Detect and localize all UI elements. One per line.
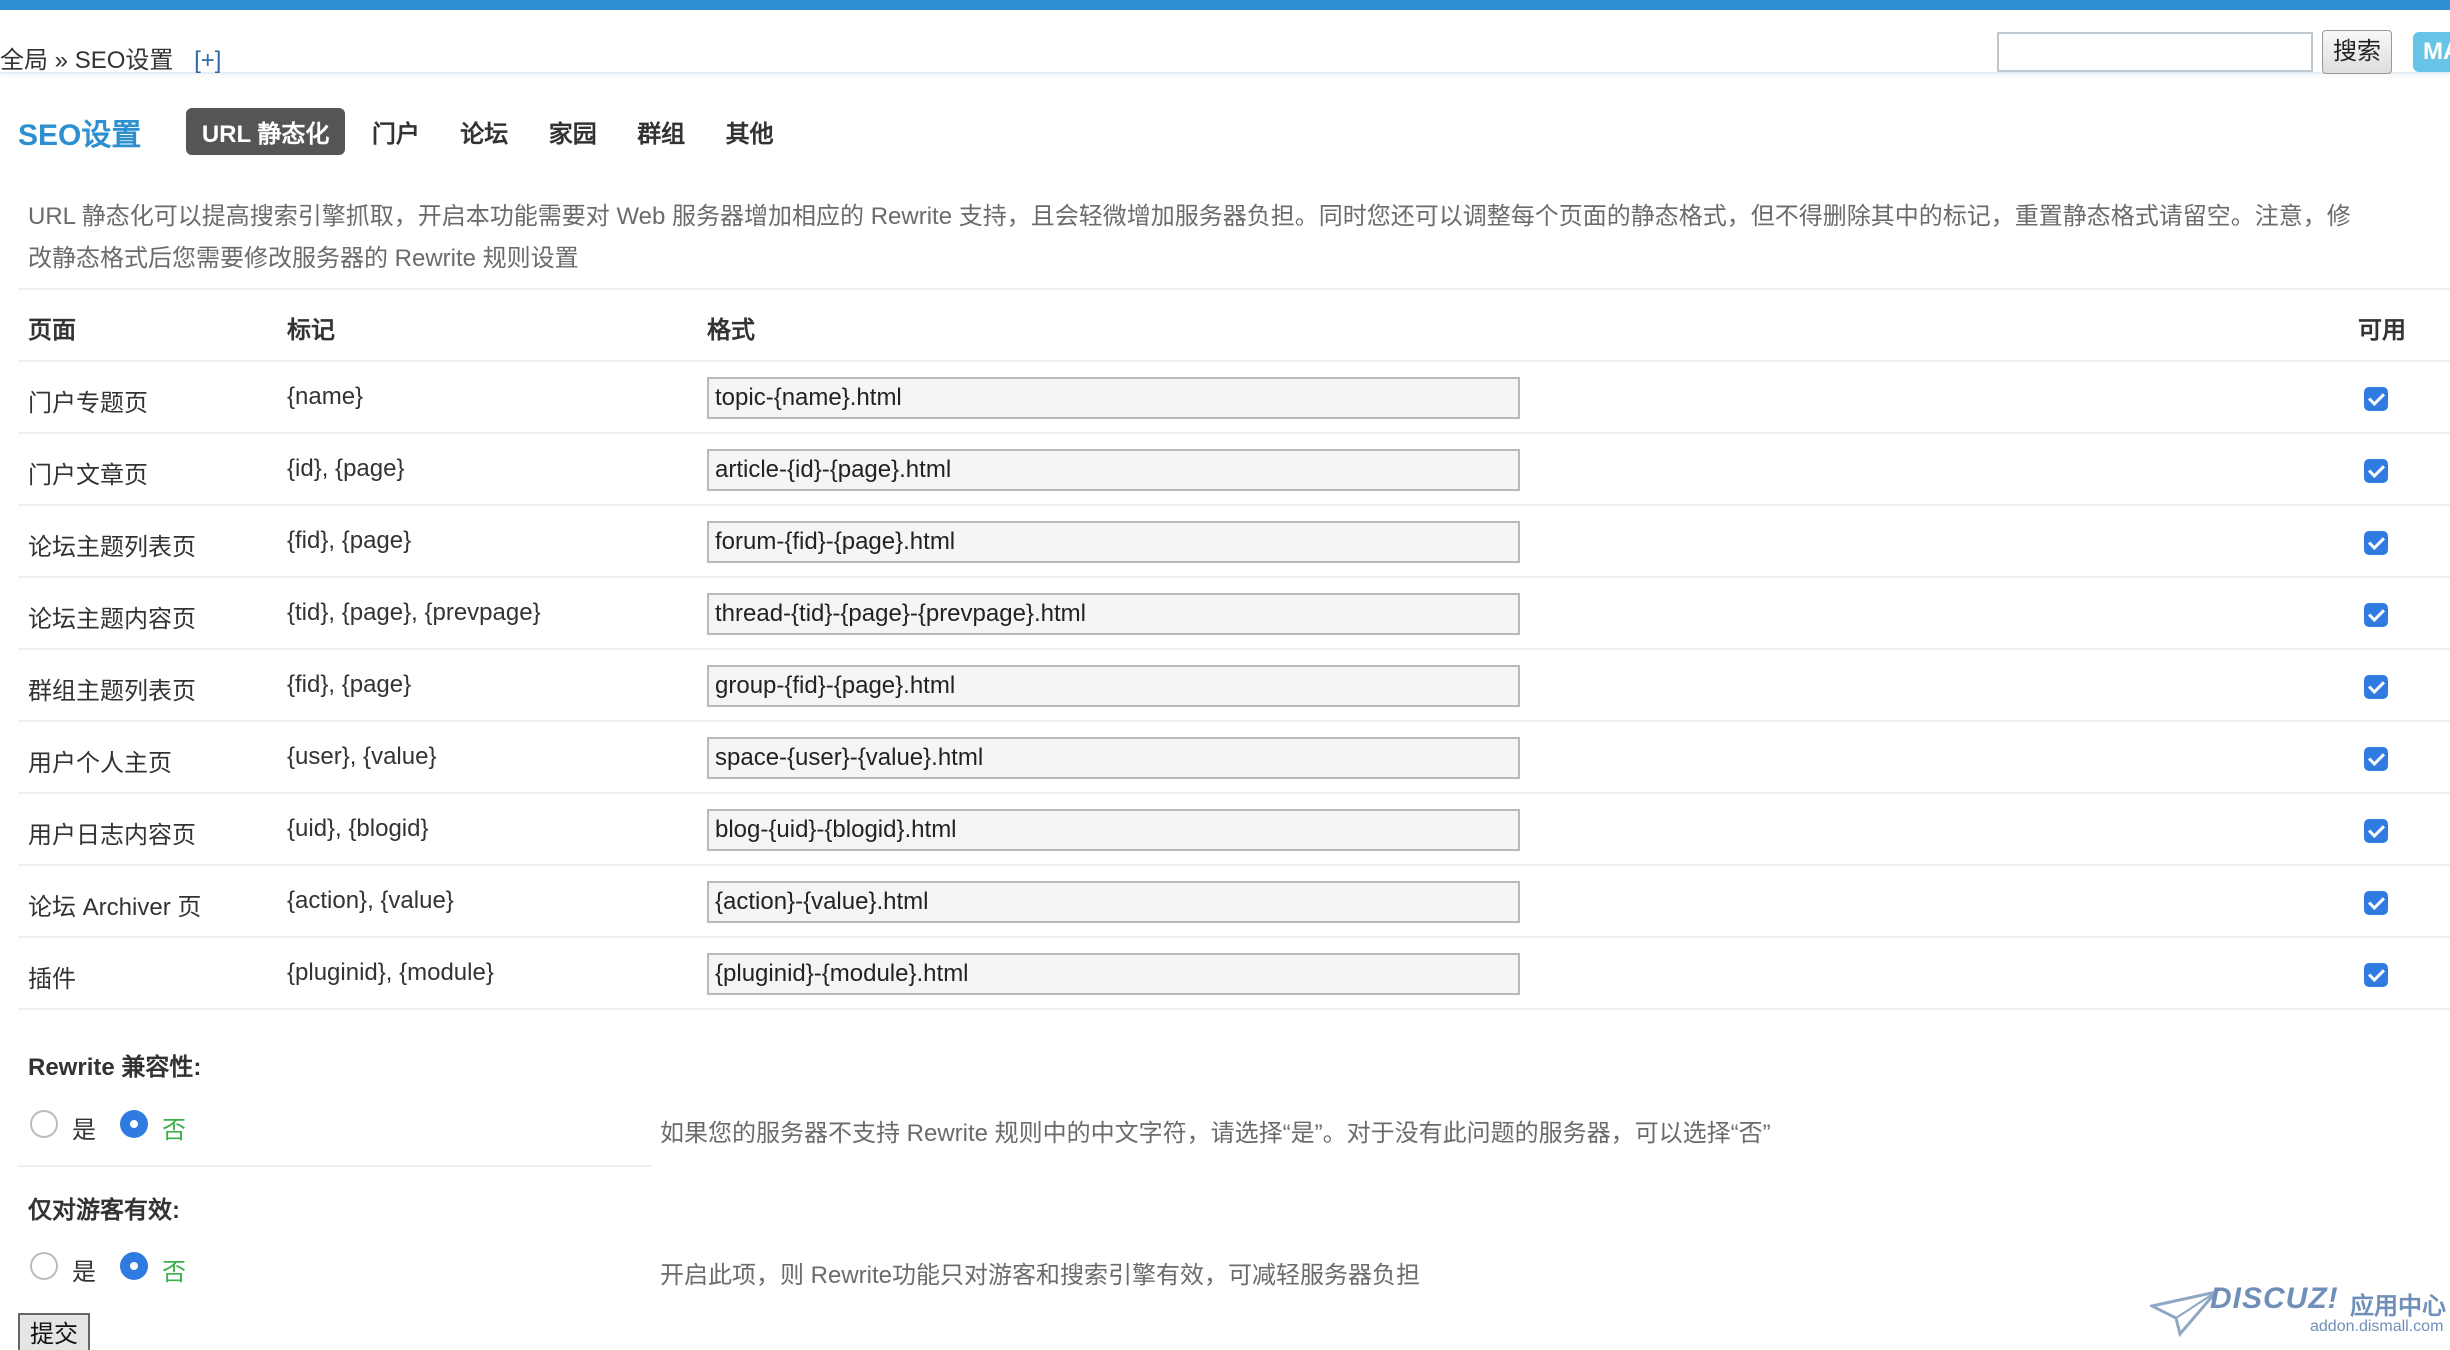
seo-tabs: SEO设置 URL 静态化 门户 论坛 家园 群组 其他 xyxy=(18,108,810,155)
row-enabled-checkbox[interactable] xyxy=(2364,747,2388,771)
row-enabled-checkbox[interactable] xyxy=(2364,459,2388,483)
row-enabled-checkbox[interactable] xyxy=(2364,387,2388,411)
table-row: 群组主题列表页 {fid}, {page} xyxy=(0,649,2450,721)
row-format-input[interactable] xyxy=(707,593,1520,635)
guest-only-title: 仅对游客有效: xyxy=(28,1197,180,1224)
watermark-logo: DISCUZ! 应用中心 addon.dismall.com xyxy=(2150,1282,2450,1342)
breadcrumb: 全局 » SEO设置 [+] xyxy=(0,40,221,75)
row-page-name: 论坛主题列表页 xyxy=(28,534,196,561)
intro-text: URL 静态化可以提高搜索引擎抓取，开启本功能需要对 Web 服务器增加相应的 … xyxy=(28,203,2351,272)
table-row: 门户专题页 {name} xyxy=(0,361,2450,433)
search-button[interactable]: 搜索 xyxy=(2322,30,2392,74)
row-marks: {uid}, {blogid} xyxy=(287,815,429,842)
row-format-input[interactable] xyxy=(707,953,1520,995)
guest-only-no-label[interactable]: 否 xyxy=(162,1252,186,1287)
rewrite-compat-yes-label[interactable]: 是 xyxy=(72,1110,96,1145)
breadcrumb-current: SEO设置 xyxy=(74,47,174,74)
guest-only-yes-radio[interactable] xyxy=(30,1252,58,1280)
table-row: 用户个人主页 {user}, {value} xyxy=(0,721,2450,793)
row-marks: {fid}, {page} xyxy=(287,671,412,698)
tab-other[interactable]: 其他 xyxy=(726,114,774,149)
breadcrumb-root[interactable]: 全局 xyxy=(0,47,48,74)
row-page-name: 门户专题页 xyxy=(28,390,148,417)
divider xyxy=(18,1008,2450,1010)
watermark-url: addon.dismall.com xyxy=(2310,1318,2444,1335)
tab-forum[interactable]: 论坛 xyxy=(460,114,508,149)
row-page-name: 论坛主题内容页 xyxy=(28,606,196,633)
row-format-input[interactable] xyxy=(707,881,1520,923)
table-row: 门户文章页 {id}, {page} xyxy=(0,433,2450,505)
tab-portal[interactable]: 门户 xyxy=(372,114,420,149)
rewrite-compat-no-label[interactable]: 否 xyxy=(162,1110,186,1145)
watermark-cn: 应用中心 xyxy=(2350,1293,2446,1320)
divider xyxy=(18,288,2450,290)
row-format-input[interactable] xyxy=(707,449,1520,491)
row-marks: {user}, {value} xyxy=(287,743,437,770)
row-marks: {pluginid}, {module} xyxy=(287,959,494,986)
tab-url-static[interactable]: URL 静态化 xyxy=(185,108,346,155)
header-page: 页面 xyxy=(28,317,76,344)
guest-only-tip: 开启此项，则 Rewrite功能只对游客和搜索引擎有效，可减轻服务器负担 xyxy=(660,1262,1421,1289)
header-enabled: 可用 xyxy=(2358,317,2406,344)
breadcrumb-separator: » xyxy=(54,47,69,74)
row-enabled-checkbox[interactable] xyxy=(2364,531,2388,555)
search-input[interactable] xyxy=(1997,32,2313,72)
row-marks: {name} xyxy=(287,383,364,410)
row-enabled-checkbox[interactable] xyxy=(2364,603,2388,627)
rewrite-compat-no-radio[interactable] xyxy=(120,1110,148,1138)
section-title: SEO设置 xyxy=(18,118,142,152)
row-enabled-checkbox[interactable] xyxy=(2364,819,2388,843)
rewrite-compat-title: Rewrite 兼容性: xyxy=(28,1054,202,1081)
tab-home[interactable]: 家园 xyxy=(549,114,597,149)
rewrite-compat-tip: 如果您的服务器不支持 Rewrite 规则中的中文字符，请选择“是”。对于没有此… xyxy=(660,1120,1771,1147)
row-page-name: 门户文章页 xyxy=(28,462,148,489)
row-marks: {tid}, {page}, {prevpage} xyxy=(287,599,541,626)
table-row: 论坛主题内容页 {tid}, {page}, {prevpage} xyxy=(0,577,2450,649)
row-page-name: 用户日志内容页 xyxy=(28,822,196,849)
watermark-brand: DISCUZ! xyxy=(2210,1282,2339,1315)
guest-only-yes-label[interactable]: 是 xyxy=(72,1252,96,1287)
row-enabled-checkbox[interactable] xyxy=(2364,963,2388,987)
tab-group[interactable]: 群组 xyxy=(637,114,685,149)
row-format-input[interactable] xyxy=(707,809,1520,851)
header-bar: 全局 » SEO设置 [+] 搜索 MA xyxy=(0,10,2450,74)
add-shortcut-link[interactable]: [+] xyxy=(194,47,221,74)
submit-button[interactable]: 提交 xyxy=(18,1313,90,1350)
row-page-name: 论坛 Archiver 页 xyxy=(28,894,202,921)
row-marks: {fid}, {page} xyxy=(287,527,412,554)
row-format-input[interactable] xyxy=(707,737,1520,779)
extra-button[interactable]: MA xyxy=(2413,32,2450,72)
row-enabled-checkbox[interactable] xyxy=(2364,675,2388,699)
rewrite-compat-yes-radio[interactable] xyxy=(30,1110,58,1138)
header-format: 格式 xyxy=(707,317,755,344)
row-page-name: 群组主题列表页 xyxy=(28,678,196,705)
row-page-name: 用户个人主页 xyxy=(28,750,172,777)
table-row: 论坛 Archiver 页 {action}, {value} xyxy=(0,865,2450,937)
row-page-name: 插件 xyxy=(28,966,76,993)
row-format-input[interactable] xyxy=(707,521,1520,563)
row-marks: {action}, {value} xyxy=(287,887,454,914)
table-row: 用户日志内容页 {uid}, {blogid} xyxy=(0,793,2450,865)
row-enabled-checkbox[interactable] xyxy=(2364,891,2388,915)
guest-only-no-radio[interactable] xyxy=(120,1252,148,1280)
row-format-input[interactable] xyxy=(707,665,1520,707)
row-format-input[interactable] xyxy=(707,377,1520,419)
divider xyxy=(18,1165,652,1167)
header-mark: 标记 xyxy=(287,317,335,344)
row-marks: {id}, {page} xyxy=(287,455,405,482)
table-row: 论坛主题列表页 {fid}, {page} xyxy=(0,505,2450,577)
top-accent-bar xyxy=(0,0,2450,10)
table-row: 插件 {pluginid}, {module} xyxy=(0,937,2450,1009)
